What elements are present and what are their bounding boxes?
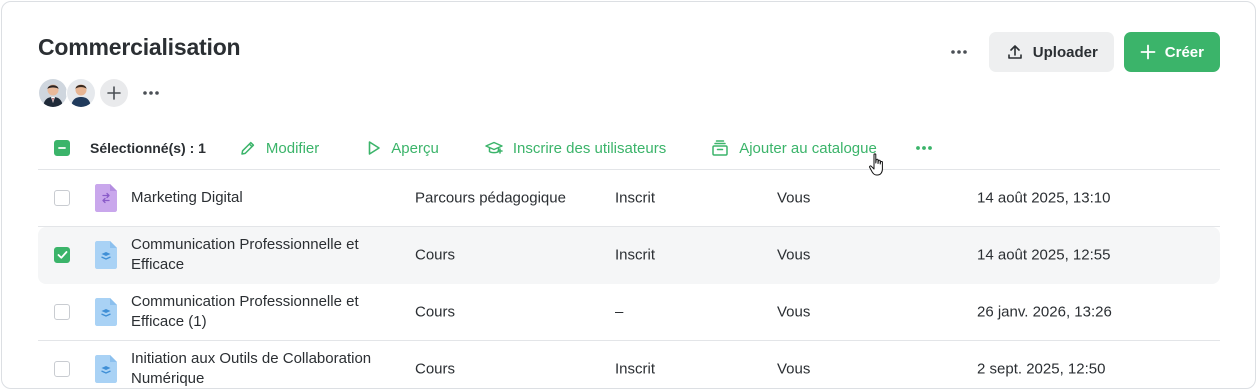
catalog-icon [712,140,728,156]
pencil-icon [241,141,255,155]
row-checkbox[interactable] [54,190,70,206]
row-owner: Vous [777,189,811,207]
graduation-cap-icon [485,141,503,154]
table-row[interactable]: Marketing Digital Parcours pédagogique I… [38,170,1220,227]
table-row[interactable]: Communication Professionnelle et Efficac… [38,284,1220,341]
content-card: Commercialisation Uploader Créer Sélecti… [1,1,1256,389]
row-owner: Vous [777,303,811,321]
create-button[interactable]: Créer [1123,32,1220,72]
row-name[interactable]: Initiation aux Outils de Collaboration N… [131,349,391,388]
selection-count: Sélectionné(s) : 1 [90,140,206,156]
members-more-button[interactable] [142,90,160,96]
course-icon [94,297,118,331]
select-all-checkbox[interactable] [54,140,70,156]
hand-pointer-cursor [868,153,886,182]
create-button-label: Créer [1164,43,1204,61]
row-checkbox[interactable] [54,247,70,263]
play-icon [368,141,381,155]
enroll-users-action-label: Inscrire des utilisateurs [512,139,667,157]
modify-action-label: Modifier [265,139,320,157]
row-owner: Vous [777,360,811,378]
course-icon [94,354,118,388]
row-owner: Vous [777,246,811,264]
check-icon [57,251,67,259]
row-status: Inscrit [615,360,656,378]
header-more-button[interactable] [941,32,977,72]
add-member-button[interactable] [100,79,128,107]
table-row[interactable]: Initiation aux Outils de Collaboration N… [38,341,1220,388]
row-name[interactable]: Communication Professionnelle et Efficac… [131,292,391,332]
bulk-actions-toolbar: Sélectionné(s) : 1 Modifier Aperçu Inscr… [38,127,1220,170]
course-icon [94,240,118,274]
minus-icon [58,147,66,149]
row-status: – [615,303,624,321]
header-actions: Uploader Créer [941,32,1220,72]
more-horizontal-icon [915,146,932,150]
plus-icon [107,86,121,100]
members-bar [38,78,160,108]
avatar[interactable] [38,78,68,108]
upload-button[interactable]: Uploader [988,32,1114,72]
row-date: 2 sept. 2025, 12:50 [977,360,1106,378]
upload-button-label: Uploader [1032,43,1098,61]
toolbar-more-button[interactable] [915,145,943,151]
row-type: Cours [415,246,456,264]
row-type: Parcours pédagogique [415,189,566,207]
modify-action[interactable]: Modifier [240,140,319,157]
content-list: Marketing Digital Parcours pédagogique I… [38,170,1220,388]
table-row[interactable]: Communication Professionnelle et Efficac… [38,227,1220,284]
preview-action-label: Aperçu [391,139,439,157]
row-date: 14 août 2025, 13:10 [977,189,1111,207]
row-status: Inscrit [615,189,656,207]
enroll-users-action[interactable]: Inscrire des utilisateurs [485,140,666,157]
upload-icon [1007,45,1022,59]
plus-icon [1140,44,1156,60]
row-checkbox[interactable] [54,361,70,377]
add-to-catalog-action[interactable]: Ajouter au catalogue [711,139,877,157]
row-status: Inscrit [615,246,656,264]
more-horizontal-icon [950,50,967,54]
row-type: Cours [415,303,456,321]
learning-path-icon [94,183,118,217]
add-to-catalog-action-label: Ajouter au catalogue [739,139,877,157]
row-name[interactable]: Marketing Digital [131,188,391,208]
row-name[interactable]: Communication Professionnelle et Efficac… [131,235,391,275]
row-checkbox[interactable] [54,304,70,320]
avatar[interactable] [66,78,96,108]
row-date: 26 janv. 2026, 13:26 [977,303,1112,321]
page-title: Commercialisation [38,34,241,60]
preview-action[interactable]: Aperçu [367,140,439,157]
more-horizontal-icon [143,91,159,95]
row-date: 14 août 2025, 12:55 [977,246,1111,264]
row-type: Cours [415,360,456,378]
